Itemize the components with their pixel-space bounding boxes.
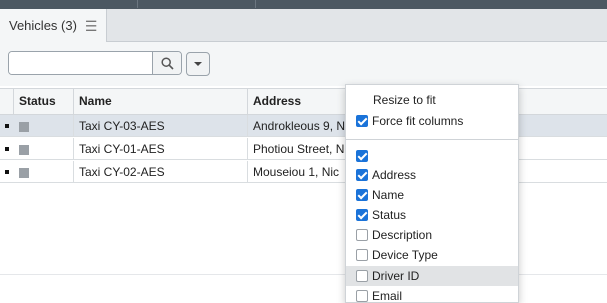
column-toggle-device-type[interactable]: Device Type <box>346 245 518 265</box>
menu-item-label: Status <box>372 208 407 222</box>
row-marker <box>5 124 9 128</box>
row-marker <box>5 170 9 174</box>
search-box <box>8 51 182 75</box>
column-checkbox[interactable] <box>356 229 368 241</box>
top-bar-divider <box>137 0 138 8</box>
column-toggle-address[interactable]: Address <box>346 165 518 185</box>
status-indicator <box>19 144 29 155</box>
menu-item-label: Description <box>372 228 433 242</box>
row-marker <box>5 147 9 151</box>
status-cell <box>14 115 74 137</box>
menu-item-label: Driver ID <box>372 269 420 283</box>
column-toggle-name[interactable]: Name <box>346 185 518 205</box>
filter-dropdown-button[interactable] <box>186 52 210 76</box>
search-button[interactable] <box>152 52 181 74</box>
search-input[interactable] <box>9 52 152 74</box>
column-toggle-email[interactable]: Email <box>346 286 518 303</box>
force-fit-checkbox[interactable] <box>356 115 368 127</box>
tab-label: Vehicles (3) <box>9 18 77 33</box>
menu-separator <box>346 139 518 140</box>
status-indicator <box>19 121 29 132</box>
column-checkbox[interactable] <box>356 270 368 282</box>
name-cell: Taxi CY-03-AES <box>74 115 248 137</box>
column-checkbox[interactable] <box>356 169 368 181</box>
menu-item-label: Force fit columns <box>372 114 464 128</box>
column-checkbox[interactable] <box>356 249 368 261</box>
select-all-checkbox[interactable] <box>356 150 368 162</box>
hamburger-menu-icon[interactable]: ☰ <box>85 19 98 33</box>
column-checkbox[interactable] <box>356 290 368 302</box>
top-bar-divider <box>255 0 256 8</box>
name-cell: Taxi CY-01-AES <box>74 138 248 160</box>
column-chooser-menu: Resize to fit Force fit columns Address … <box>345 84 519 303</box>
tab-vehicles[interactable]: Vehicles (3) ☰ <box>0 9 107 42</box>
select-all-columns-item[interactable] <box>346 146 518 166</box>
column-toggle-driver-id[interactable]: Driver ID <box>346 266 518 286</box>
status-indicator <box>19 167 29 178</box>
tab-strip: Vehicles (3) ☰ <box>0 9 607 42</box>
status-cell <box>14 161 74 183</box>
menu-item-label: Email <box>372 289 403 303</box>
grid-toolbar <box>0 42 607 86</box>
menu-item-label: Address <box>372 168 417 182</box>
column-toggle-status[interactable]: Status <box>346 205 518 225</box>
column-header-status[interactable]: Status <box>14 89 74 114</box>
menu-item-label: Device Type <box>372 248 438 262</box>
status-cell <box>14 138 74 160</box>
column-toggle-description[interactable]: Description <box>346 225 518 245</box>
force-fit-columns-item[interactable]: Force fit columns <box>346 111 518 131</box>
resize-to-fit-item[interactable]: Resize to fit <box>346 90 518 110</box>
menu-item-label: Name <box>372 188 405 202</box>
row-marker-header <box>0 89 14 114</box>
name-cell: Taxi CY-02-AES <box>74 161 248 183</box>
magnifier-icon <box>160 56 174 70</box>
chevron-down-icon <box>194 62 202 66</box>
top-bar <box>0 0 607 9</box>
column-header-name[interactable]: Name <box>74 89 248 114</box>
column-checkbox[interactable] <box>356 189 368 201</box>
menu-item-label: Resize to fit <box>373 93 436 107</box>
column-checkbox[interactable] <box>356 209 368 221</box>
